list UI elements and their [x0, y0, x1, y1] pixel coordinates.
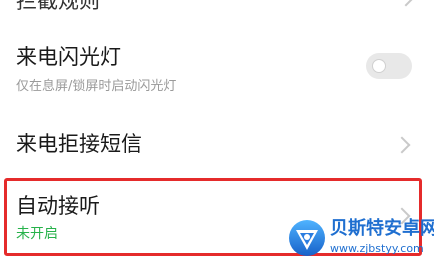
watermark-url: www.zjbstyy.com: [330, 242, 424, 255]
settings-item-intercept-rules[interactable]: 拦截规则: [0, 0, 434, 18]
settings-item-subtitle: 仅在息屏/锁屏时启动闪光灯: [16, 79, 177, 94]
watermark-name: 贝斯特安卓网: [330, 218, 434, 239]
toggle-knob: [372, 59, 386, 73]
flash-toggle-switch[interactable]: [366, 53, 412, 79]
chevron-right-icon: [393, 136, 411, 154]
watermark: 贝斯特安卓网 www.zjbstyy.com: [288, 215, 434, 261]
settings-item-incoming-call-flash[interactable]: 来电闪光灯 仅在息屏/锁屏时启动闪光灯: [0, 30, 434, 110]
settings-item-title: 拦截规则: [16, 0, 100, 13]
chevron-right-icon: [397, 0, 415, 7]
settings-item-title: 来电拒接短信: [16, 132, 142, 156]
settings-item-title: 来电闪光灯: [16, 45, 121, 69]
bestan-logo-icon: [289, 220, 325, 256]
settings-item-reject-sms[interactable]: 来电拒接短信: [0, 112, 434, 176]
